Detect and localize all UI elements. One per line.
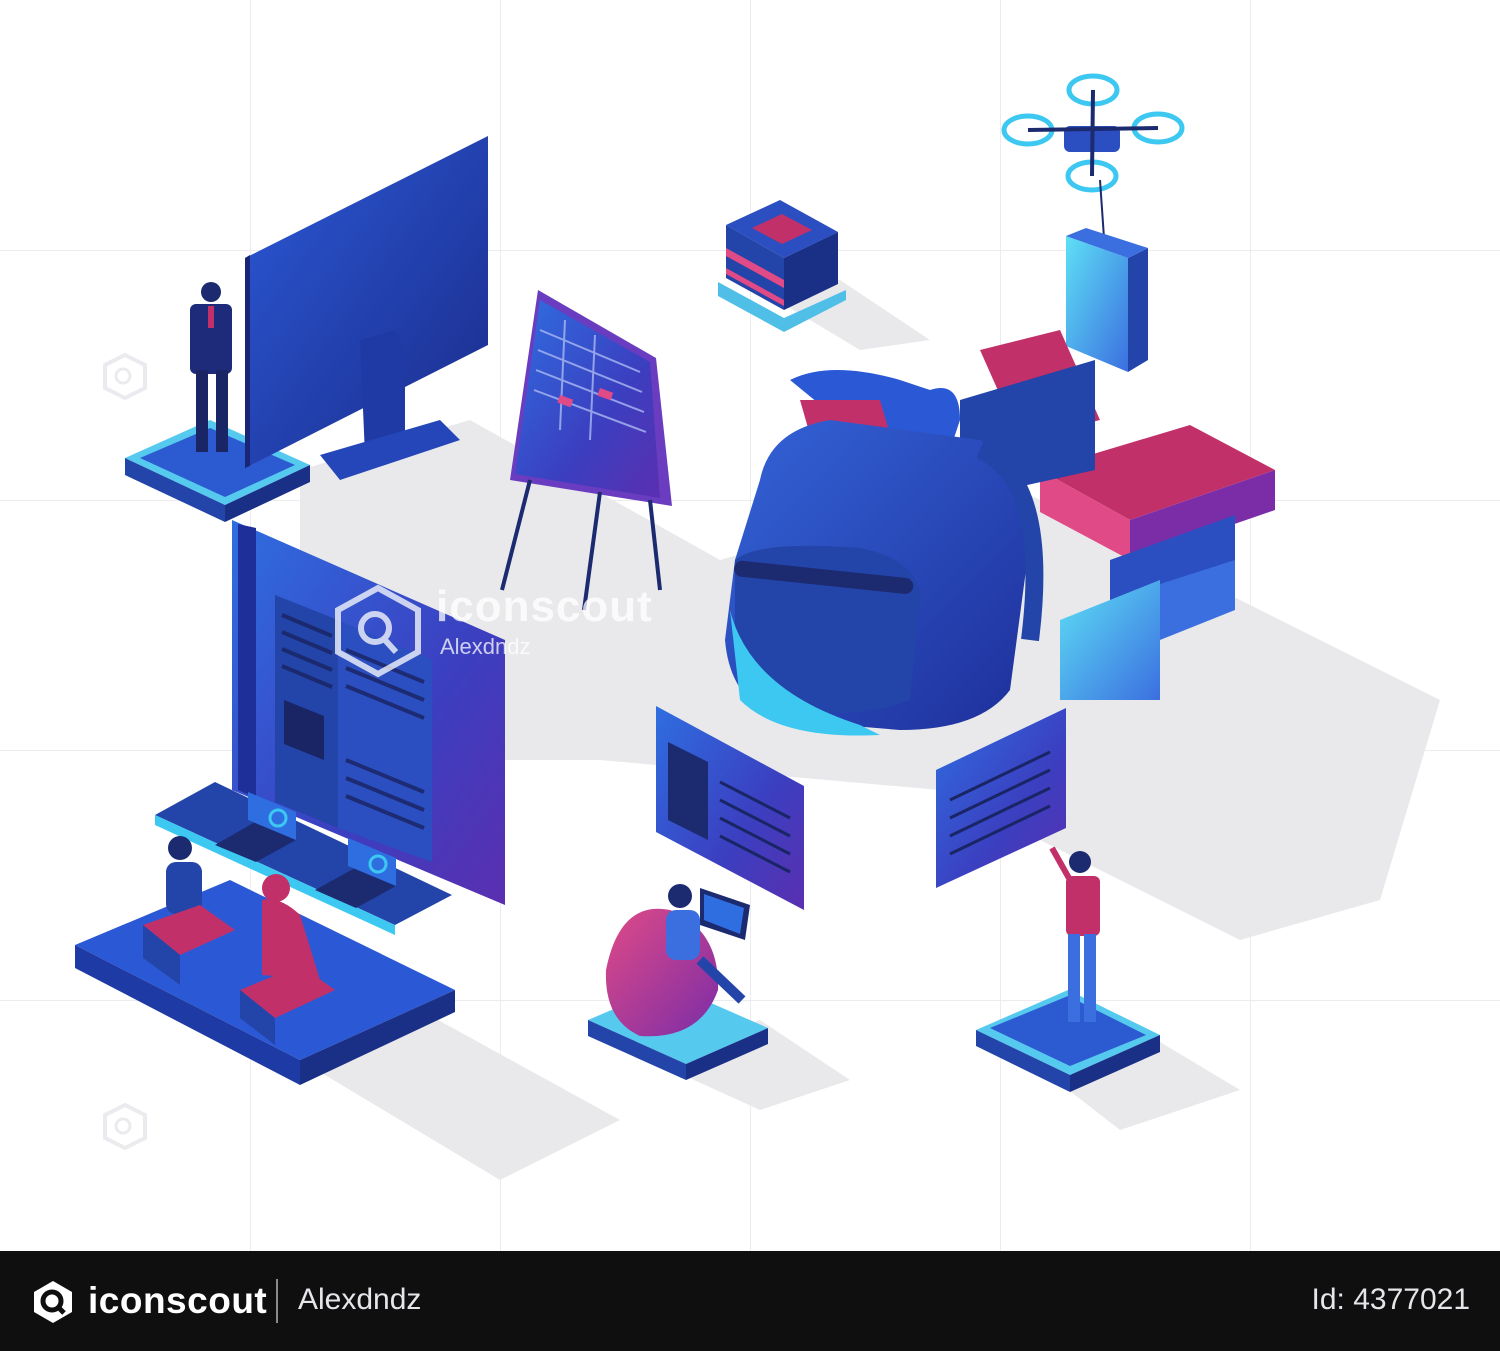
illustration: iconscout Alexdndz [0, 0, 1500, 1251]
watermark: iconscout Alexdndz [336, 582, 676, 662]
footer-bar: iconscout Alexdndz Id: 4377021 [0, 1251, 1500, 1351]
drone [1001, 73, 1185, 372]
footer-author[interactable]: Alexdndz [298, 1283, 421, 1317]
iconscout-logo-icon[interactable] [30, 1279, 76, 1325]
scene-svg [75, 73, 1440, 1180]
watermark-brand: iconscout [436, 582, 653, 631]
beanbag-platform [588, 884, 768, 1080]
watermark-author: Alexdndz [440, 634, 531, 659]
footer-divider [276, 1279, 278, 1323]
footer-brand[interactable]: iconscout [88, 1280, 267, 1322]
footer-asset-id: Id: 4377021 [1311, 1283, 1470, 1316]
